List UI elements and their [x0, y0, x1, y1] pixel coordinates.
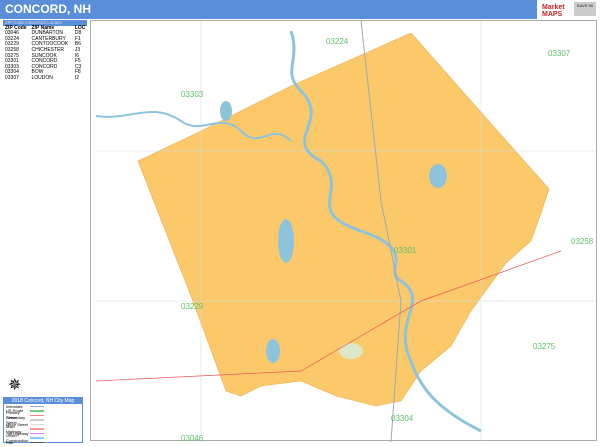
table-cell: I2: [74, 74, 80, 81]
table-cell: 03307: [5, 74, 19, 81]
zip-label: 03046: [181, 434, 204, 442]
legend: 2018 Concord, NH City Map Interstate US R…: [3, 397, 83, 445]
zip-label: 03301: [394, 246, 417, 255]
zip-label: 03307: [548, 49, 571, 58]
legend-swatch: [30, 428, 44, 430]
zip-label: 03304: [391, 414, 414, 423]
publisher-logo: Market MAPS SAVE 50: [540, 0, 600, 19]
compass-rose-icon: ✵: [8, 377, 22, 394]
zip-label: 03275: [533, 342, 556, 351]
pond: [266, 339, 280, 363]
legend-swatch: [30, 410, 44, 412]
zip-label: 03224: [326, 37, 349, 46]
legend-swatch: [30, 432, 44, 434]
legend-swatch: [30, 423, 44, 425]
pond: [220, 101, 232, 121]
legend-swatch: [30, 419, 44, 421]
badge: SAVE 50: [574, 2, 596, 16]
legend-label: Rail: [6, 439, 13, 445]
table-cell: LOUDON: [31, 74, 53, 81]
pond: [429, 164, 447, 188]
zip-index: ZIP Code Index/Grid Locator ZIP Code ZIP …: [3, 20, 87, 82]
legend-swatch: [30, 441, 44, 443]
table-row: 03307 LOUDON I2: [3, 74, 87, 82]
pond: [278, 219, 294, 263]
map-title: CONCORD, NH: [0, 0, 537, 19]
zip-label: 03303: [181, 90, 204, 99]
map-svg: 03224 03307 03303 03301 03258 03229 03275 03304…: [95, 20, 598, 443]
zip-label: 03229: [181, 302, 204, 311]
map-canvas[interactable]: 03224 03307 03303 03301 03258 03229 03275 03304…: [90, 20, 598, 443]
legend-swatch: [30, 405, 44, 407]
legend-swatch: [30, 414, 44, 416]
zip-label: 03258: [571, 237, 594, 246]
legend-swatch: [30, 437, 44, 439]
park: [339, 343, 363, 359]
